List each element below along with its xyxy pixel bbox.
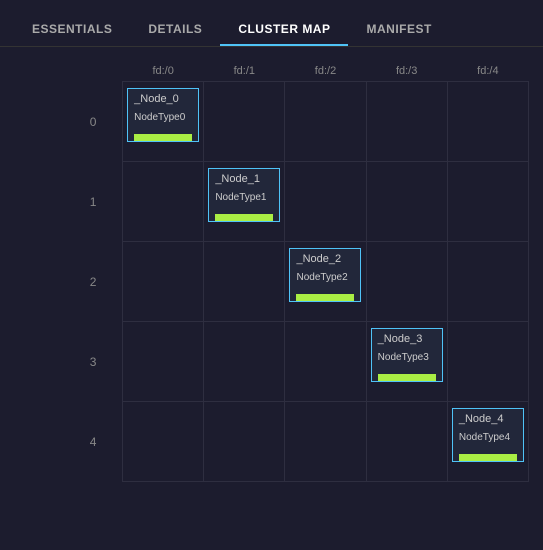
col-header-3: fd:/3 (366, 61, 447, 82)
node-type: NodeType2 (296, 272, 354, 283)
grid-cell-2-2: _Node_2 NodeType2 (285, 242, 366, 322)
node-type: NodeType3 (378, 352, 436, 363)
node-name: _Node_1 (215, 173, 273, 185)
grid-cell-1-0 (123, 162, 204, 242)
grid-cell-4-2 (285, 402, 366, 482)
upgrade-domain-label (14, 61, 64, 93)
grid-cell-3-1 (204, 322, 285, 402)
nav-item-manifest[interactable]: MANIFEST (348, 14, 449, 46)
grid-cell-0-2 (285, 82, 366, 162)
grid-cell-3-2 (285, 322, 366, 402)
row-label-4: 4 (64, 402, 123, 482)
node-name: _Node_2 (296, 253, 354, 265)
col-header-2: fd:/2 (285, 61, 366, 82)
node-card-_Node_1[interactable]: _Node_1 NodeType1 (208, 168, 280, 222)
grid-cell-1-3 (366, 162, 447, 242)
node-status-bar (215, 214, 273, 221)
row-label-1: 1 (64, 162, 123, 242)
nav-item-details[interactable]: DETAILS (130, 14, 220, 46)
row-label-0: 0 (64, 82, 123, 162)
grid-wrapper: fd:/0fd:/1fd:/2fd:/3fd:/4 0 _Node_0 NodeTy… (14, 61, 529, 482)
grid-cell-1-1: _Node_1 NodeType1 (204, 162, 285, 242)
node-name: _Node_4 (459, 413, 517, 425)
grid-cell-2-0 (123, 242, 204, 322)
cluster-grid: fd:/0fd:/1fd:/2fd:/3fd:/4 0 _Node_0 NodeTy… (64, 61, 529, 482)
col-header-4: fd:/4 (447, 61, 528, 82)
grid-cell-0-4 (447, 82, 528, 162)
node-status-bar (134, 134, 192, 141)
grid-cell-3-4 (447, 322, 528, 402)
nav-item-essentials[interactable]: ESSENTIALS (14, 14, 130, 46)
grid-cell-3-3: _Node_3 NodeType3 (366, 322, 447, 402)
node-status-bar (296, 294, 354, 301)
grid-cell-0-0: _Node_0 NodeType0 (123, 82, 204, 162)
node-status-bar (459, 454, 517, 461)
grid-cell-4-0 (123, 402, 204, 482)
node-card-_Node_2[interactable]: _Node_2 NodeType2 (289, 248, 361, 302)
node-type: NodeType4 (459, 432, 517, 443)
node-card-_Node_0[interactable]: _Node_0 NodeType0 (127, 88, 199, 142)
grid-cell-4-4: _Node_4 NodeType4 (447, 402, 528, 482)
grid-cell-4-1 (204, 402, 285, 482)
row-label-3: 3 (64, 322, 123, 402)
cluster-map-content: fd:/0fd:/1fd:/2fd:/3fd:/4 0 _Node_0 NodeTy… (0, 47, 543, 492)
grid-cell-4-3 (366, 402, 447, 482)
node-name: _Node_3 (378, 333, 436, 345)
node-status-bar (378, 374, 436, 381)
node-type: NodeType0 (134, 112, 192, 123)
node-name: _Node_0 (134, 93, 192, 105)
grid-cell-1-2 (285, 162, 366, 242)
row-label-header (64, 61, 123, 82)
row-label-2: 2 (64, 242, 123, 322)
col-header-0: fd:/0 (123, 61, 204, 82)
node-type: NodeType1 (215, 192, 273, 203)
col-header-1: fd:/1 (204, 61, 285, 82)
node-card-_Node_3[interactable]: _Node_3 NodeType3 (371, 328, 443, 382)
page-header (0, 0, 543, 14)
grid-cell-2-4 (447, 242, 528, 322)
grid-cell-3-0 (123, 322, 204, 402)
grid-cell-2-3 (366, 242, 447, 322)
grid-cell-0-1 (204, 82, 285, 162)
nav-bar: ESSENTIALSDETAILSCLUSTER MAPMANIFEST (0, 14, 543, 47)
nav-item-cluster-map[interactable]: CLUSTER MAP (220, 14, 348, 46)
grid-cell-2-1 (204, 242, 285, 322)
grid-cell-1-4 (447, 162, 528, 242)
grid-cell-0-3 (366, 82, 447, 162)
node-card-_Node_4[interactable]: _Node_4 NodeType4 (452, 408, 524, 462)
